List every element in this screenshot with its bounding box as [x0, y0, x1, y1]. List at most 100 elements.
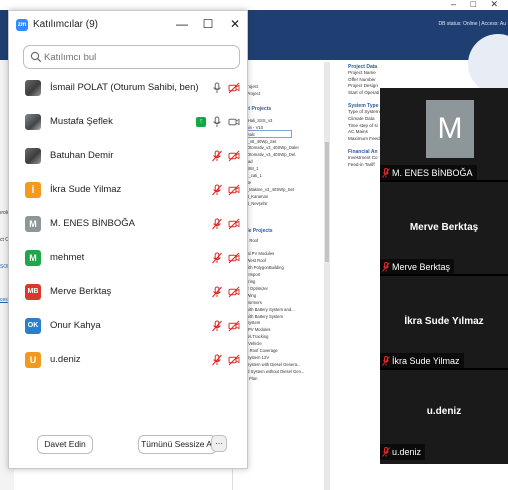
participant-name: Batuhan Demir: [50, 150, 114, 161]
participant-status-icons: [211, 353, 240, 367]
video-off-icon[interactable]: [228, 82, 240, 94]
avatar: OK: [25, 318, 41, 334]
video-camera-icon[interactable]: [228, 116, 240, 128]
mic-muted-icon: [382, 356, 390, 366]
video-name: M. ENES BİNBOĞA: [392, 168, 473, 178]
video-tile[interactable]: u.deniz u.deniz: [380, 370, 508, 464]
participant-row[interactable]: İ İkra Sude Yilmaz: [9, 173, 247, 207]
video-name-label: M. ENES BİNBOĞA: [380, 165, 477, 181]
db-status-text: DB status: Online | Access: Au: [438, 21, 506, 27]
participant-name: M. ENES BİNBOĞA: [50, 218, 135, 229]
mic-muted-icon[interactable]: [211, 320, 223, 332]
avatar: M: [25, 250, 41, 266]
video-off-icon[interactable]: [228, 218, 240, 230]
mic-muted-icon[interactable]: [211, 286, 223, 298]
participant-status-icons: [211, 319, 240, 333]
participant-search[interactable]: [23, 45, 240, 69]
participant-name: Merve Berktaş: [50, 286, 112, 297]
app-window-controls[interactable]: – □ ✕: [451, 0, 504, 10]
video-tile[interactable]: Merve Berktaş Merve Berktaş: [380, 182, 508, 276]
top-strip: – □ ✕: [0, 0, 508, 10]
participant-row[interactable]: Mustafa Şeflek ↑: [9, 105, 247, 139]
minimize-button[interactable]: —: [173, 15, 191, 33]
microphone-icon[interactable]: [211, 82, 223, 94]
video-tile[interactable]: İkra Sude Yılmaz İkra Sude Yilmaz: [380, 276, 508, 370]
video-name-label: İkra Sude Yilmaz: [380, 353, 464, 369]
video-big-name: İkra Sude Yılmaz: [404, 316, 484, 327]
video-big-name: Merve Berktaş: [409, 222, 479, 233]
participant-name: Onur Kahya: [50, 320, 101, 331]
microphone-icon[interactable]: [211, 116, 223, 128]
close-button[interactable]: ✕: [226, 15, 244, 33]
participant-row[interactable]: MB Merve Berktaş: [9, 275, 247, 309]
video-avatar: M: [426, 100, 474, 158]
avatar: U: [25, 352, 41, 368]
participant-row[interactable]: İsmail POLAT (Oturum Sahibi, ben): [9, 71, 247, 105]
participants-window: zm Katılımcılar (9) — ☐ ✕ İsmail POLAT (…: [8, 10, 248, 469]
title-bar[interactable]: zm Katılımcılar (9) — ☐ ✕: [9, 11, 247, 39]
search-icon: [30, 51, 42, 63]
participant-name: mehmet: [50, 252, 85, 263]
maximize-button[interactable]: ☐: [199, 15, 217, 33]
video-off-icon[interactable]: [228, 320, 240, 332]
window-title: Katılımcılar (9): [33, 19, 99, 30]
project-data-field[interactable]: Project Name: [340, 70, 388, 77]
mute-all-button[interactable]: Tümünü Sessize Al: [138, 435, 217, 454]
video-off-icon[interactable]: [228, 286, 240, 298]
avatar: [25, 80, 41, 96]
mic-muted-icon[interactable]: [211, 354, 223, 366]
scrollbar-thumb[interactable]: [325, 142, 329, 262]
participant-status-icons: [211, 81, 240, 95]
mic-muted-icon: [382, 168, 390, 178]
video-name: İkra Sude Yilmaz: [392, 356, 460, 366]
projects-scrollbar[interactable]: [324, 62, 330, 490]
participant-row[interactable]: Mmehmet: [9, 241, 247, 275]
mic-muted-icon[interactable]: [211, 150, 223, 162]
screen: – □ ✕ DB status: Online | Access: Au ıro…: [0, 0, 508, 490]
video-name-label: Merve Berktaş: [380, 259, 455, 275]
participant-status-icons: [211, 285, 240, 299]
mic-muted-icon[interactable]: [211, 184, 223, 196]
video-big-name: u.deniz: [426, 406, 462, 417]
participant-name: İkra Sude Yilmaz: [50, 184, 122, 195]
participants-footer: Davet Edin Tümünü Sessize Al ···: [9, 430, 247, 468]
video-off-icon[interactable]: [228, 252, 240, 264]
participant-status-icons: [211, 251, 240, 265]
video-off-icon[interactable]: [228, 150, 240, 162]
invite-button[interactable]: Davet Edin: [37, 435, 93, 454]
participant-status-icons: [211, 183, 240, 197]
video-name: Merve Berktaş: [392, 262, 451, 272]
participant-name: İsmail POLAT (Oturum Sahibi, ben): [50, 82, 199, 93]
participant-name: u.deniz: [50, 354, 81, 365]
participant-name: Mustafa Şeflek: [50, 116, 113, 127]
avatar: [25, 148, 41, 164]
participant-status-icons: ↑: [196, 115, 240, 129]
share-screen-icon: ↑: [196, 117, 206, 127]
avatar: İ: [25, 182, 41, 198]
participant-status-icons: [211, 149, 240, 163]
video-off-icon[interactable]: [228, 184, 240, 196]
project-data-field[interactable]: Offer Number: [340, 77, 388, 84]
participant-row[interactable]: M M. ENES BİNBOĞA: [9, 207, 247, 241]
participant-row[interactable]: Uu.deniz: [9, 343, 247, 377]
zoom-logo-icon: zm: [16, 19, 28, 31]
avatar: M: [25, 216, 41, 232]
mic-muted-icon[interactable]: [211, 252, 223, 264]
participant-row[interactable]: OK Onur Kahya: [9, 309, 247, 343]
video-name-label: u.deniz: [380, 444, 426, 460]
left-snippet[interactable]: ces: [0, 297, 8, 303]
avatar: [25, 114, 41, 130]
avatar: MB: [25, 284, 41, 300]
participant-row[interactable]: Batuhan Demir: [9, 139, 247, 173]
video-name: u.deniz: [392, 447, 422, 457]
mic-muted-icon: [382, 262, 390, 272]
video-gallery: M M. ENES BİNBOĞA Merve Berktaş Merve Be…: [380, 88, 508, 464]
search-input[interactable]: [44, 49, 234, 65]
video-tile[interactable]: M M. ENES BİNBOĞA: [380, 88, 508, 182]
more-options-button[interactable]: ···: [211, 435, 227, 452]
mic-muted-icon: [382, 447, 390, 457]
mic-muted-icon[interactable]: [211, 218, 223, 230]
video-off-icon[interactable]: [228, 354, 240, 366]
banner-logo-arc: [468, 34, 508, 94]
participant-status-icons: [211, 217, 240, 231]
